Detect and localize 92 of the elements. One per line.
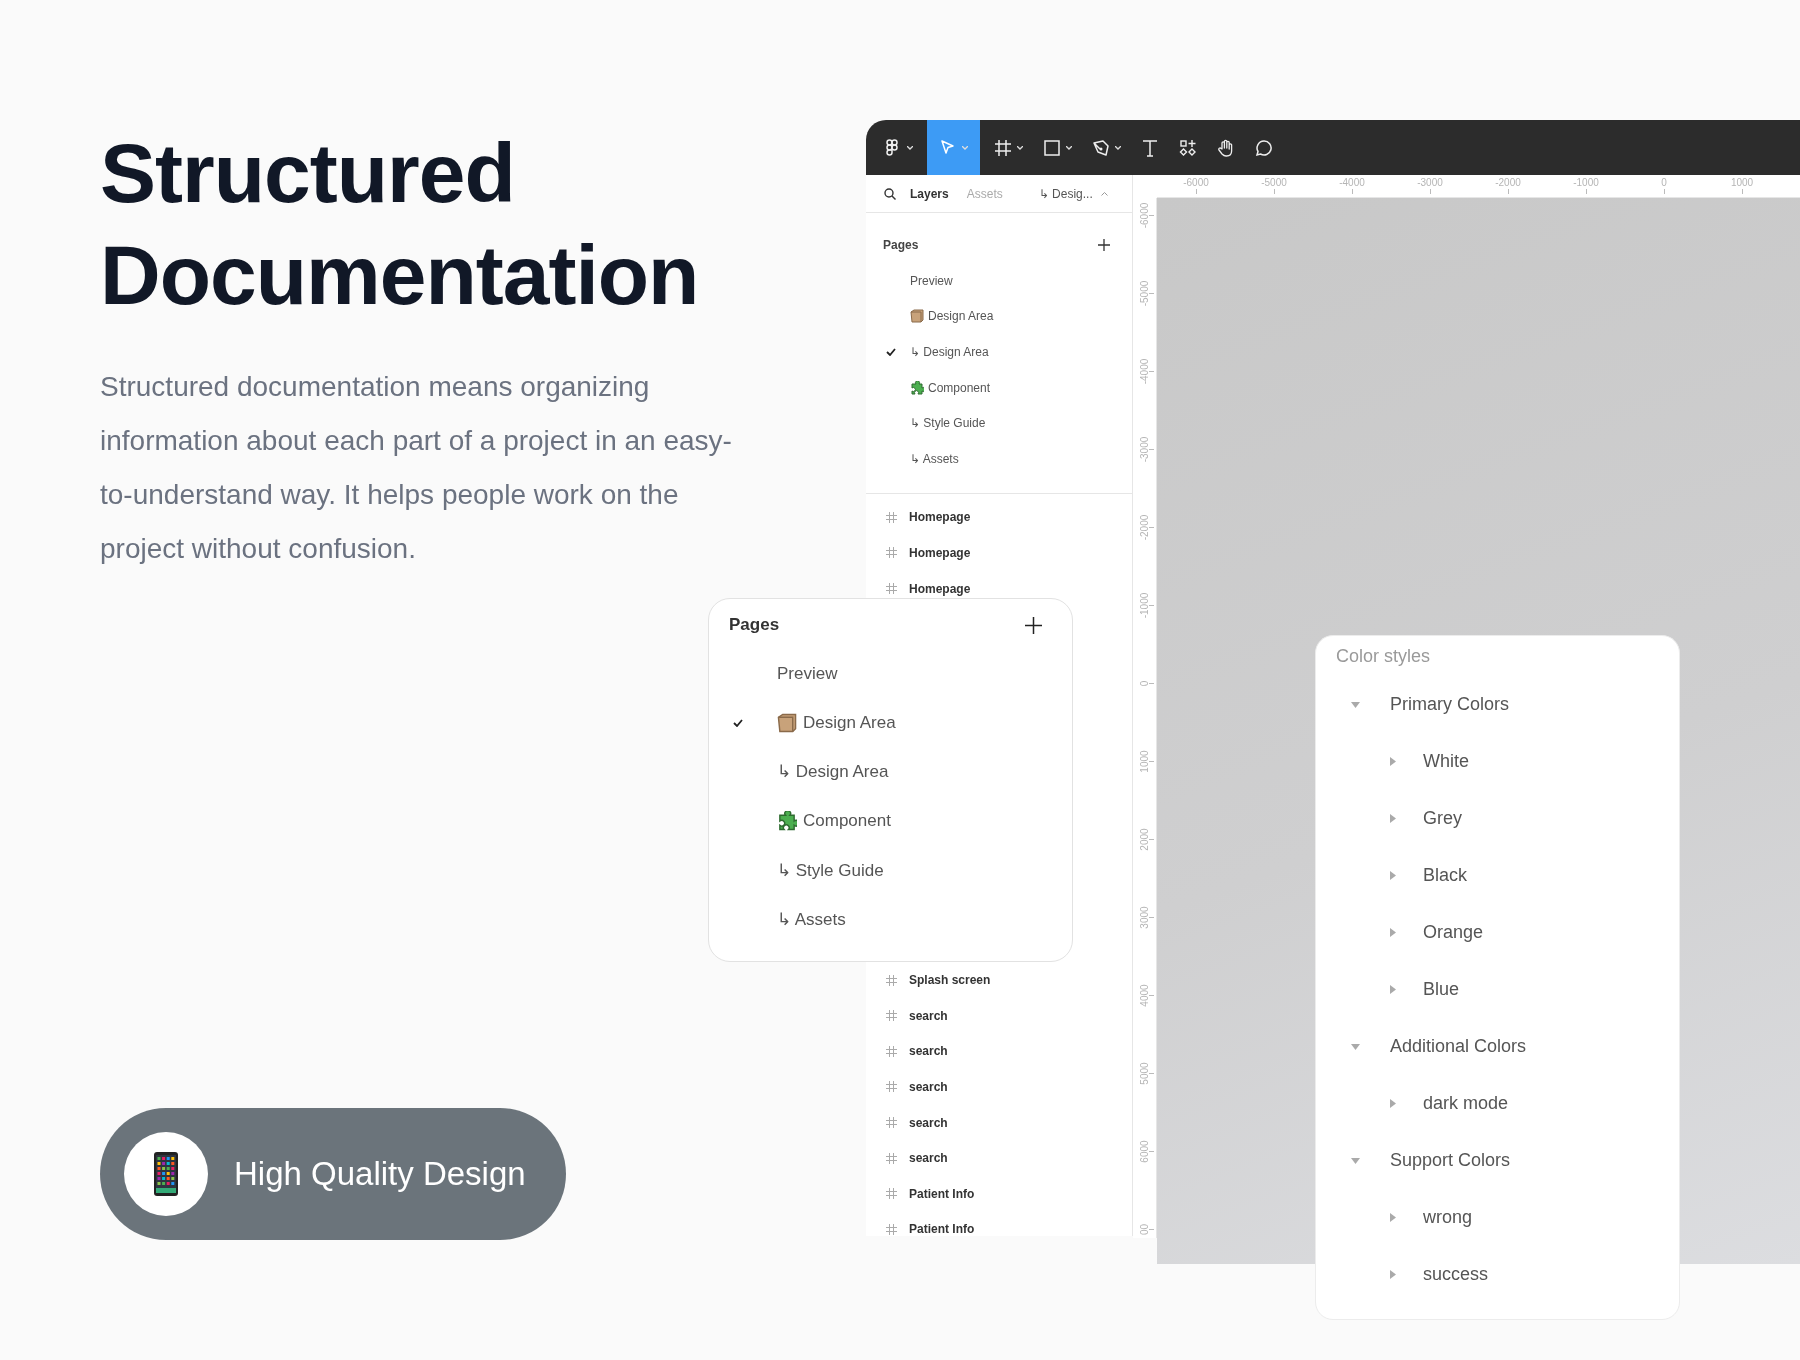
page-item[interactable]: Design Area: [866, 298, 1132, 335]
frame-icon: [886, 1081, 897, 1093]
layer-item[interactable]: search: [909, 1151, 948, 1166]
comment-icon: [1255, 138, 1273, 157]
panel-title: Color styles: [1335, 646, 1432, 668]
add-icon: [1025, 616, 1042, 634]
ruler-label: 6000: [1139, 1139, 1150, 1163]
puzzle-icon: [777, 811, 797, 832]
ruler-label: -5000: [1235, 175, 1313, 196]
panel-tab[interactable]: Layers: [910, 186, 949, 201]
ruler-label: 2000: [1139, 827, 1150, 851]
page-switcher[interactable]: ↳ Desig...: [1038, 186, 1093, 201]
layer-item[interactable]: Homepage: [909, 581, 971, 596]
frame-icon: [994, 138, 1012, 157]
layer-item[interactable]: Homepage: [909, 545, 971, 560]
cursor-icon: [939, 138, 957, 157]
box-icon: [910, 309, 924, 324]
phone-icon: [153, 1151, 179, 1197]
ruler-label: 1000: [1703, 175, 1781, 196]
frame-icon: [886, 547, 897, 559]
page-item[interactable]: Preview: [866, 263, 1132, 299]
style-group[interactable]: White: [1423, 751, 1469, 772]
ruler-label: -3000: [1391, 175, 1469, 196]
ruler-label: 5000: [1139, 1061, 1150, 1085]
ruler-label: -6000: [1157, 175, 1235, 196]
frame-icon: [886, 1152, 897, 1164]
page-item[interactable]: ↳ Style Guide: [866, 405, 1132, 441]
page-item[interactable]: Component: [729, 796, 1042, 846]
frame-icon: [886, 583, 897, 595]
section-title: Pages: [883, 238, 919, 252]
frame-icon: [886, 1223, 897, 1235]
ruler-label: 0: [1625, 175, 1703, 196]
page-item[interactable]: Component: [866, 369, 1132, 406]
box-icon: [777, 712, 797, 733]
layer-item[interactable]: Homepage: [909, 510, 971, 525]
ruler-label: -3000: [1139, 436, 1150, 462]
ruler-label: -1000: [1139, 592, 1150, 618]
caret-up-icon: [1100, 191, 1108, 196]
pen-icon: [1092, 138, 1110, 157]
frame-icon: [886, 1045, 897, 1057]
layer-item[interactable]: Patient Info: [909, 1186, 975, 1201]
puzzle-icon: [910, 380, 924, 395]
page-item[interactable]: Design Area: [729, 698, 1042, 748]
style-group[interactable]: dark mode: [1423, 1093, 1509, 1114]
style-group[interactable]: Black: [1423, 865, 1467, 886]
style-group[interactable]: Grey: [1423, 808, 1462, 829]
hand-icon: [1217, 138, 1235, 157]
description: Structured documentation means organizing information about each part of a project in an easy-to-understand way. It helps people work on the project without confusion.: [100, 370, 733, 566]
section-title: Pages: [729, 615, 780, 635]
frame-icon: [886, 1010, 897, 1022]
page-item[interactable]: ↳ Design Area: [729, 747, 1042, 797]
style-group[interactable]: Blue: [1423, 979, 1460, 1000]
ruler-label: -2000: [1469, 175, 1547, 196]
search-icon: [884, 187, 896, 200]
layer-item[interactable]: Patient Info: [909, 1222, 975, 1236]
ruler-label: -4000: [1139, 358, 1150, 384]
page-item[interactable]: ↳ Design Area: [866, 334, 1132, 370]
style-group[interactable]: Additional Colors: [1390, 1036, 1527, 1057]
ruler-label: 0: [1139, 680, 1150, 686]
style-group[interactable]: Support Colors: [1390, 1150, 1511, 1171]
rectangle-icon: [1043, 138, 1061, 157]
page-item[interactable]: ↳ Assets: [866, 440, 1132, 477]
ruler-label: -4000: [1313, 175, 1391, 196]
frame-icon: [886, 1188, 897, 1200]
ruler-label: 3000: [1139, 905, 1150, 929]
style-group[interactable]: success: [1423, 1264, 1489, 1285]
ruler-label: -1000: [1547, 175, 1625, 196]
layer-item[interactable]: search: [909, 1008, 948, 1023]
text-tool-icon: [1141, 138, 1159, 157]
ruler-label: -2000: [1139, 514, 1150, 540]
layer-item[interactable]: Splash screen: [909, 973, 991, 988]
components-icon: [1179, 138, 1197, 157]
ruler-label: -6000: [1139, 202, 1150, 228]
heading: Structured Documentation: [100, 125, 700, 324]
style-group[interactable]: wrong: [1423, 1207, 1473, 1228]
frame-icon: [886, 974, 897, 986]
page-item[interactable]: ↳ Style Guide: [729, 845, 1042, 895]
add-icon: [1098, 239, 1110, 251]
badge-label: High Quality Design: [234, 1155, 526, 1193]
style-group[interactable]: Orange: [1423, 922, 1484, 943]
layer-item[interactable]: search: [909, 1115, 948, 1130]
page-item[interactable]: ↳ Assets: [729, 894, 1042, 945]
ruler-label: -5000: [1139, 280, 1150, 306]
ruler-label: 00: [1139, 1223, 1150, 1235]
frame-icon: [886, 1117, 897, 1128]
ruler-label: 1000: [1139, 749, 1150, 773]
page-item[interactable]: Preview: [729, 649, 1042, 699]
layer-item[interactable]: search: [909, 1079, 948, 1094]
frame-icon: [886, 511, 897, 523]
ruler-label: 4000: [1139, 983, 1150, 1007]
layer-item[interactable]: search: [909, 1044, 948, 1059]
style-group[interactable]: Primary Colors: [1390, 694, 1509, 715]
